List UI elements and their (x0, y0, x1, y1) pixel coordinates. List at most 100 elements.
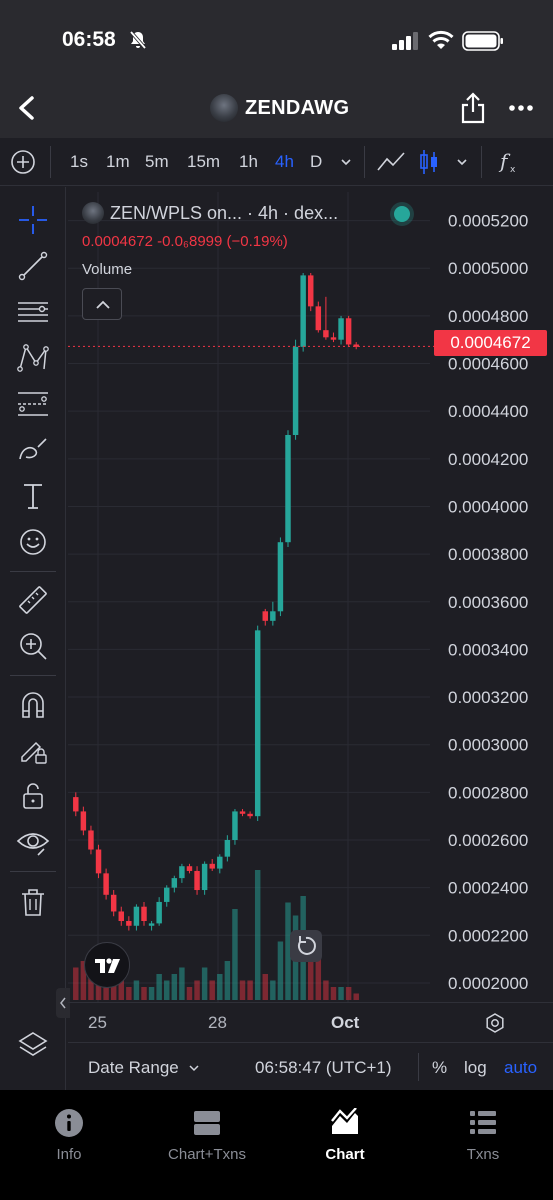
back-arrow-icon[interactable] (14, 94, 38, 122)
magnet-icon[interactable] (16, 687, 50, 721)
price-axis-label: 0.0004800 (448, 307, 528, 326)
timeframe-1s[interactable]: 1s (70, 152, 88, 172)
toolbar-separator (481, 146, 482, 178)
indicators-fx-icon[interactable]: f x (498, 148, 522, 176)
candle-body (171, 878, 178, 888)
collapse-legend-button[interactable] (82, 288, 122, 320)
toolbar-separator (364, 146, 365, 178)
more-options-icon[interactable] (508, 100, 534, 116)
timeframe-1h[interactable]: 1h (239, 152, 258, 172)
time-label-25: 25 (88, 1013, 107, 1032)
candlestick-chart[interactable]: 0.00052000.00050000.00048000.00046000.00… (68, 192, 553, 1002)
svg-text:x: x (510, 165, 516, 175)
cellular-signal-icon (392, 32, 418, 50)
crosshair-icon[interactable] (16, 203, 50, 237)
timeframe-4h[interactable]: 4h (275, 152, 294, 172)
candle-body (232, 811, 238, 840)
pattern-icon[interactable] (16, 341, 50, 375)
live-status-dot (394, 206, 410, 222)
brush-icon[interactable] (16, 433, 50, 467)
line-chart-icon[interactable] (376, 148, 406, 176)
candle-body (186, 866, 193, 871)
lock-drawing-icon[interactable] (16, 733, 50, 767)
date-range-button[interactable]: Date Range (88, 1058, 179, 1078)
tab-label: Chart (325, 1146, 365, 1163)
share-icon[interactable] (460, 92, 486, 124)
auto-scale-toggle[interactable]: auto (504, 1058, 537, 1078)
app-header: ZENDAWG (0, 80, 553, 138)
candle-body (164, 887, 170, 902)
timeframe-1m[interactable]: 1m (106, 152, 130, 172)
volume-bar (141, 987, 147, 1000)
timeframe-5m[interactable]: 5m (145, 152, 169, 172)
timezone-clock[interactable]: 06:58:47 (UTC+1) (255, 1058, 392, 1078)
candle-body (141, 906, 147, 921)
volume-bar (156, 974, 162, 1000)
volume-bar (186, 987, 193, 1000)
candle-body (179, 866, 185, 879)
candle-body (330, 337, 337, 340)
zoom-in-icon[interactable] (16, 629, 50, 663)
volume-bar (148, 987, 155, 1000)
timeframe-15m[interactable]: 15m (187, 152, 220, 172)
chart-settings-icon[interactable] (484, 1012, 506, 1034)
candle-body (300, 275, 306, 347)
tab-chart[interactable]: Chart (276, 1108, 414, 1168)
info-icon (55, 1109, 83, 1137)
tab-label: Info (56, 1146, 82, 1163)
tools-separator (10, 675, 56, 676)
forecast-icon[interactable] (16, 387, 50, 421)
eye-icon[interactable] (16, 825, 50, 859)
percent-scale-toggle[interactable]: % (432, 1058, 447, 1078)
add-symbol-icon[interactable] (10, 149, 36, 175)
tradingview-logo-icon (95, 958, 120, 973)
emoji-icon[interactable] (16, 525, 50, 559)
tab-txns[interactable]: Txns (414, 1108, 552, 1168)
ruler-icon[interactable] (16, 583, 50, 617)
volume-bar (323, 980, 329, 1000)
layers-icon[interactable] (16, 1029, 50, 1063)
rotate-icon (297, 936, 316, 955)
log-scale-toggle[interactable]: log (464, 1058, 487, 1078)
token-title: ZENDAWG (245, 97, 350, 119)
volume-bar (353, 993, 359, 1000)
symbol-label[interactable]: ZEN/WPLS on... · 4h · dex... (110, 203, 338, 224)
candle-body (323, 330, 329, 338)
volume-bar (171, 974, 178, 1000)
wifi-icon (428, 30, 454, 49)
tab-info[interactable]: Info (0, 1108, 138, 1168)
chevron-down-icon[interactable] (339, 155, 353, 169)
candle-body (315, 306, 322, 331)
chevron-down-icon[interactable] (455, 155, 469, 169)
candle-body (239, 811, 246, 814)
tradingview-logo[interactable] (84, 942, 130, 988)
volume-bar (254, 870, 261, 1000)
candlestick-type-icon[interactable] (418, 148, 440, 176)
candle-body (277, 542, 284, 612)
time-axis[interactable]: 25 28 Oct (68, 1002, 553, 1042)
chevron-down-icon[interactable] (188, 1062, 200, 1074)
area-chart-icon (331, 1108, 358, 1134)
candle-body (262, 611, 268, 621)
text-tool-icon[interactable] (16, 479, 50, 513)
volume-bar (270, 980, 276, 1000)
unlock-icon[interactable] (16, 779, 50, 813)
candle-body (345, 318, 352, 345)
chart-pane[interactable]: 0.0005200 0.0005000 0.0004800 0.0004600 0.00… (68, 192, 553, 1002)
reset-chart-button[interactable] (290, 930, 322, 962)
candle-body (209, 863, 215, 869)
pair-logo (82, 202, 104, 224)
volume-bar (338, 987, 344, 1000)
fib-lines-icon[interactable] (16, 295, 50, 329)
trend-line-icon[interactable] (16, 249, 50, 283)
volume-bar (201, 967, 208, 1000)
volume-bar (179, 967, 185, 1000)
price-axis-label: 0.0002800 (448, 783, 528, 802)
price-axis-label: 0.0003400 (448, 640, 528, 659)
tab-chart-txns[interactable]: Chart+Txns (138, 1108, 276, 1168)
volume-bar (330, 987, 337, 1000)
bell-slash-icon (129, 30, 147, 50)
timeframe-d[interactable]: D (310, 152, 322, 172)
time-label-28: 28 (208, 1013, 227, 1032)
trash-icon[interactable] (16, 885, 50, 919)
